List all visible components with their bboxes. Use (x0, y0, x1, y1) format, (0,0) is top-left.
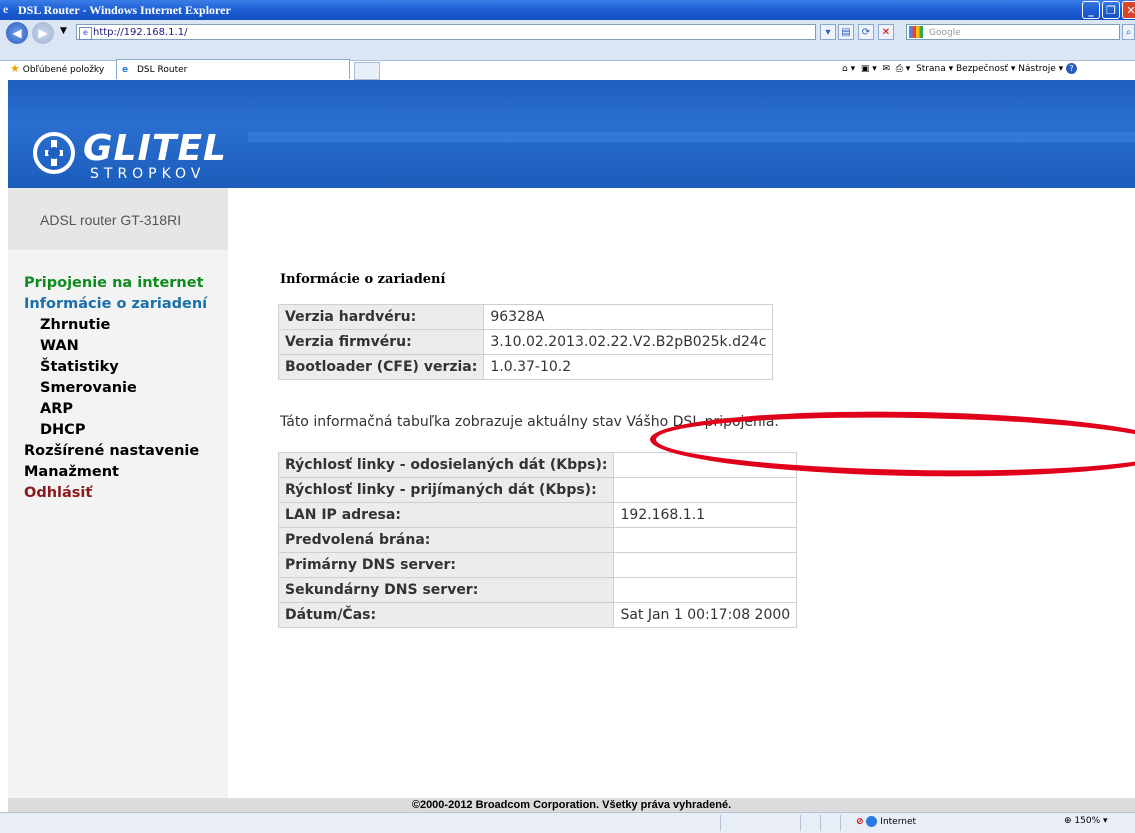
table-row: Rýchlosť linky - prijímaných dát (Kbps): (277, 477, 798, 503)
fw-version-label: Verzia firmvéru: (277, 329, 485, 355)
secondary-dns-label: Sekundárny DNS server: (277, 577, 615, 603)
new-tab-button[interactable] (354, 62, 380, 80)
search-icon[interactable]: ⌕ (1122, 24, 1135, 40)
page-content: GLITEL STROPKOV ADSL router GT-318RI Pri… (8, 80, 1135, 812)
maximize-button[interactable]: ❐ (1102, 1, 1120, 19)
logo-text: GLITEL (83, 128, 227, 169)
back-button[interactable]: ◀ (6, 22, 28, 44)
home-icon[interactable]: ⌂ ▾ (842, 64, 855, 74)
menu-summary[interactable]: Zhrnutie (24, 315, 207, 336)
favorites-label: Obľúbené položky (22, 65, 105, 75)
bootloader-version-value: 1.0.37-10.2 (483, 354, 774, 380)
help-icon[interactable]: ? (1066, 63, 1078, 74)
device-info-table: Verzia hardvéru: 96328A Verzia firmvéru:… (277, 304, 774, 380)
status-divider (720, 815, 721, 831)
command-menus[interactable]: Strana ▾ Bezpečnosť ▾ Nástroje ▾ (916, 64, 1063, 74)
favorites-bar: ★ Obľúbené položky e DSL Router ⌂ ▾ ▣ ▾ … (0, 58, 1135, 80)
close-button[interactable]: ✕ (1122, 1, 1135, 19)
search-input[interactable]: Google (906, 24, 1120, 40)
zone-label: Internet (880, 817, 917, 827)
command-bar: ⌂ ▾ ▣ ▾ ✉ ⎙ ▾ Strana ▾ Bezpečnosť ▾ Nást… (842, 63, 1078, 74)
table-row: Predvolená brána: (277, 527, 798, 553)
table-row: LAN IP adresa: 192.168.1.1 (277, 502, 798, 528)
datetime-label: Dátum/Čas: (277, 602, 615, 628)
menu-routing[interactable]: Smerovanie (24, 378, 207, 399)
status-divider (840, 815, 841, 831)
history-dropdown-icon[interactable]: ▼ (60, 26, 67, 36)
address-input[interactable]: e http://192.168.1.1/ (76, 24, 816, 40)
zoom-control[interactable]: ⊕ 150% ▾ (1064, 816, 1108, 826)
minimize-button[interactable]: _ (1082, 1, 1100, 19)
compatibility-icon[interactable]: ▤ (838, 24, 854, 40)
globe-icon (866, 816, 878, 827)
upstream-rate-label: Rýchlosť linky - odosielaných dát (Kbps)… (277, 452, 615, 478)
lan-ip-value: 192.168.1.1 (613, 502, 798, 528)
address-dropdown-icon[interactable]: ▾ (820, 24, 836, 40)
primary-dns-label: Primárny DNS server: (277, 552, 615, 578)
address-bar-area: ◀ ▶ ▼ e http://192.168.1.1/ ▾ ▤ ⟳ ✕ Goog… (0, 20, 1135, 80)
mail-icon[interactable]: ✉ (882, 64, 890, 74)
primary-dns-value (613, 552, 798, 578)
menu-logout[interactable]: Odhlásiť (24, 483, 207, 504)
dsl-status-table: Rýchlosť linky - odosielaných dát (Kbps)… (277, 452, 798, 628)
datetime-value: Sat Jan 1 00:17:08 2000 (613, 602, 798, 628)
tab-title: DSL Router (137, 65, 188, 75)
menu-advanced-setup[interactable]: Rozšírené nastavenie (24, 441, 207, 462)
star-icon: ★ (10, 62, 20, 75)
sidebar-menu: Pripojenie na internet Informácie o zari… (24, 273, 207, 504)
favorites-button[interactable]: ★ Obľúbené položky (10, 62, 104, 75)
table-row: Verzia firmvéru: 3.10.02.2013.02.22.V2.B… (277, 329, 774, 355)
search-placeholder: Google (929, 28, 961, 38)
table-row: Bootloader (CFE) verzia: 1.0.37-10.2 (277, 354, 774, 380)
tab-ie-icon: e (122, 65, 129, 75)
protected-mode-icon: ⊘ (856, 817, 864, 827)
browser-tab[interactable]: e DSL Router (116, 59, 350, 79)
page-icon: e (79, 27, 92, 40)
ie-icon: e (3, 2, 9, 16)
model-box: ADSL router GT-318RI (8, 188, 228, 250)
table-row: Verzia hardvéru: 96328A (277, 304, 774, 330)
menu-internet-connection[interactable]: Pripojenie na internet (24, 273, 207, 294)
lan-ip-label: LAN IP adresa: (277, 502, 615, 528)
page-footer: ©2000-2012 Broadcom Corporation. Všetky … (8, 798, 1135, 812)
page-title: Informácie o zariadení (280, 272, 446, 287)
table-row: Sekundárny DNS server: (277, 577, 798, 603)
zoom-level: 150% (1074, 816, 1101, 826)
menu-management[interactable]: Manažment (24, 462, 207, 483)
hw-version-value: 96328A (483, 304, 774, 330)
feeds-icon[interactable]: ▣ ▾ (861, 64, 877, 74)
status-divider (820, 815, 821, 831)
browser-statusbar: ⊘ Internet ⊕ 150% ▾ (0, 812, 1135, 833)
downstream-rate-label: Rýchlosť linky - prijímaných dát (Kbps): (277, 477, 615, 503)
logo-subtitle: STROPKOV (90, 166, 206, 182)
menu-dhcp[interactable]: DHCP (24, 420, 207, 441)
menu-arp[interactable]: ARP (24, 399, 207, 420)
fw-version-value: 3.10.02.2013.02.22.V2.B2pB025k.d24c (483, 329, 774, 355)
refresh-icon[interactable]: ⟳ (858, 24, 874, 40)
glitel-logo-icon (33, 132, 75, 174)
table-row: Primárny DNS server: (277, 552, 798, 578)
menu-wan[interactable]: WAN (24, 336, 207, 357)
window-title: DSL Router - Windows Internet Explorer (18, 3, 231, 17)
menu-statistics[interactable]: Štatistiky (24, 357, 207, 378)
address-url: http://192.168.1.1/ (93, 27, 188, 38)
bootloader-version-label: Bootloader (CFE) verzia: (277, 354, 485, 380)
gateway-value (613, 527, 798, 553)
magnifier-icon: ⊕ (1064, 816, 1072, 826)
router-model: ADSL router GT-318RI (40, 212, 182, 228)
table-row: Dátum/Čas: Sat Jan 1 00:17:08 2000 (277, 602, 798, 628)
downstream-rate-value (613, 477, 798, 503)
window-titlebar: e DSL Router - Windows Internet Explorer… (0, 0, 1135, 20)
status-divider (800, 815, 801, 831)
security-zone[interactable]: ⊘ Internet (856, 816, 916, 827)
page-header: GLITEL STROPKOV (8, 80, 1135, 188)
secondary-dns-value (613, 577, 798, 603)
google-icon (909, 26, 923, 38)
forward-button[interactable]: ▶ (32, 22, 54, 44)
hw-version-label: Verzia hardvéru: (277, 304, 485, 330)
gateway-label: Predvolená brána: (277, 527, 615, 553)
menu-device-info[interactable]: Informácie o zariadení (24, 294, 207, 315)
stop-icon[interactable]: ✕ (878, 24, 894, 40)
print-icon[interactable]: ⎙ ▾ (896, 64, 911, 74)
